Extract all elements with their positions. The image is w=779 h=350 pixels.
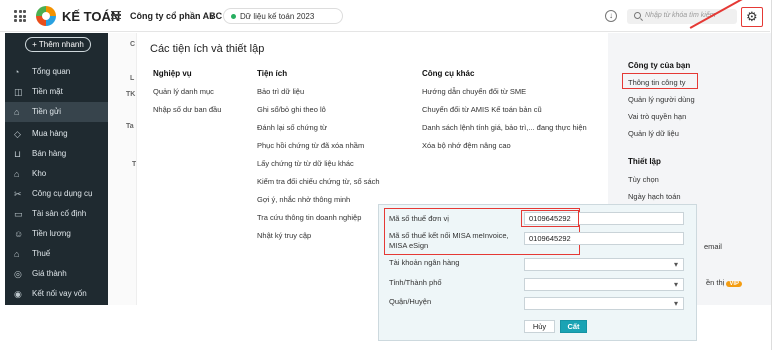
cancel-button[interactable]: Hủy — [524, 320, 555, 333]
menu-item[interactable]: Danh sách lệnh tính giá, bảo trì,... đan… — [422, 123, 587, 141]
misa-logo-icon — [36, 6, 56, 26]
sidebar-item-cost[interactable]: ◎ Giá thành — [5, 264, 108, 284]
menu-item[interactable]: Gợi ý, nhắc nhở thông minh — [257, 195, 380, 213]
save-button[interactable]: Cất — [560, 320, 587, 333]
tools-icon: ✂ — [14, 189, 22, 199]
menu-item[interactable]: Đánh lại số chứng từ — [257, 123, 380, 141]
column-heading: Tiện ích — [257, 69, 288, 78]
sidebar-item-sales[interactable]: ⊔ Bán hàng — [5, 144, 108, 164]
cost-icon: ◎ — [14, 269, 22, 279]
background-fragment: Ta — [126, 123, 134, 130]
settings-button[interactable]: ⚙ — [741, 7, 763, 27]
field-label: Tài khoản ngân hàng — [389, 258, 460, 267]
purchase-icon: ◇ — [14, 129, 21, 139]
company-info-form: Mã số thuế đơn vị 0109645292 Mã số thuế … — [378, 204, 697, 341]
sidebar-item-bank[interactable]: ⌂ Tiền gửi — [5, 102, 108, 122]
user-management-link[interactable]: Quản lý người dùng — [628, 95, 695, 104]
loan-icon: ◉ — [14, 289, 22, 299]
menu-item[interactable]: Nhập số dư ban đầu — [153, 105, 221, 123]
gear-icon: ⚙ — [746, 9, 758, 24]
sidebar-item-warehouse[interactable]: ⌂ Kho — [5, 164, 108, 184]
quick-add-button[interactable]: + Thêm nhanh — [25, 37, 91, 52]
misa-tax-code-input[interactable]: 0109645292 — [524, 232, 684, 245]
partial-display-link[interactable]: ền thị VIP — [706, 278, 743, 287]
highlight-box — [521, 210, 579, 227]
section-heading: Thiết lập — [628, 157, 661, 166]
menu-item[interactable]: Lấy chứng từ từ dữ liệu khác — [257, 159, 380, 177]
panel-title: Các tiện ích và thiết lập — [150, 43, 265, 55]
sidebar: + Thêm nhanh ◔ Tổng quan ◫ Tiền mặt ⌂ Tiền … — [5, 33, 108, 305]
posting-date-link[interactable]: Ngày hạch toán — [628, 192, 681, 201]
column-operations: Nghiệp vụ Quản lý danh mục Nhập số dư ba… — [153, 69, 221, 123]
salary-icon: ☺ — [14, 229, 24, 239]
background-fragment: C — [130, 41, 136, 48]
sidebar-item-loan[interactable]: ◉ Kết nối vay vốn — [5, 284, 108, 304]
column-heading: Nghiệp vụ — [153, 69, 192, 78]
partial-email-link[interactable]: email — [704, 242, 722, 251]
database-selector[interactable]: Dữ liệu kế toán 2023 — [223, 8, 343, 24]
district-select[interactable] — [524, 297, 684, 310]
sidebar-item-tax[interactable]: ⌂ Thuế — [5, 244, 108, 264]
column-heading: Công cụ khác — [422, 69, 475, 78]
sidebar-item-salary[interactable]: ☺ Tiền lương — [5, 224, 108, 244]
menu-item[interactable]: Xóa bộ nhớ đệm nâng cao — [422, 141, 587, 159]
menu-item[interactable]: Phục hồi chứng từ đã xóa nhầm — [257, 141, 380, 159]
roles-link[interactable]: Vai trò quyền hạn — [628, 112, 686, 121]
asset-icon: ▭ — [14, 209, 23, 219]
data-management-link[interactable]: Quản lý dữ liệu — [628, 129, 679, 138]
field-label: Quận/Huyện — [389, 297, 432, 306]
bank-icon: ⌂ — [14, 107, 20, 117]
sidebar-item-fixed-assets[interactable]: ▭ Tài sản cố định — [5, 204, 108, 224]
column-other-tools: Công cụ khác Hướng dẫn chuyển đổi từ SME… — [422, 69, 587, 159]
app-grid-icon[interactable] — [14, 10, 26, 22]
menu-item[interactable]: Hướng dẫn chuyển đổi từ SME — [422, 87, 587, 105]
background-fragment: L — [130, 75, 135, 82]
top-header: KẾ TOÁN Công ty cổ phần ABC ∨ Dữ liệu kế… — [0, 0, 770, 32]
warehouse-icon: ⌂ — [14, 169, 20, 179]
company-info-link[interactable]: Thông tin công ty — [628, 78, 686, 87]
menu-item[interactable]: Chuyển đổi từ AMIS Kế toán bản cũ — [422, 105, 587, 123]
sidebar-item-cash[interactable]: ◫ Tiền mặt — [5, 82, 108, 102]
menu-item[interactable]: Quản lý danh mục — [153, 87, 221, 105]
sidebar-item-purchase[interactable]: ◇ Mua hàng — [5, 124, 108, 144]
province-select[interactable] — [524, 278, 684, 291]
chevron-down-icon[interactable]: ∨ — [209, 10, 216, 21]
cart-icon: ⊔ — [14, 149, 22, 159]
menu-item[interactable]: Kiểm tra đối chiếu chứng từ, sổ sách — [257, 177, 380, 195]
cash-icon: ◫ — [14, 87, 23, 97]
menu-item[interactable]: Ghi sổ/bỏ ghi theo lô — [257, 105, 380, 123]
field-label: Tỉnh/Thành phố — [389, 278, 442, 287]
field-label: Mã số thuế đơn vị — [389, 214, 449, 223]
dashboard-icon: ◔ — [14, 67, 20, 77]
sidebar-item-tools[interactable]: ✂ Công cụ dụng cụ — [5, 184, 108, 204]
menu-item[interactable]: Nhật ký truy cập — [257, 231, 380, 249]
background-app-content: C L TK Ta T — [108, 33, 136, 305]
vip-badge: VIP — [726, 281, 743, 287]
sidebar-item-overview[interactable]: ◔ Tổng quan — [5, 62, 108, 82]
menu-item[interactable]: Tra cứu thông tin doanh nghiệp — [257, 213, 380, 231]
section-heading: Công ty của bạn — [628, 61, 691, 70]
download-icon[interactable]: ↓ — [605, 10, 617, 22]
background-fragment: TK — [126, 91, 136, 98]
search-icon — [634, 12, 641, 19]
scrollbar[interactable] — [771, 0, 779, 350]
column-utilities: Tiện ích Bảo trì dữ liệu Ghi sổ/bỏ ghi t… — [257, 69, 380, 249]
options-link[interactable]: Tùy chọn — [628, 175, 659, 184]
menu-item[interactable]: Bảo trì dữ liệu — [257, 87, 380, 105]
bank-account-select[interactable] — [524, 258, 684, 271]
tax-icon: ⌂ — [14, 249, 20, 259]
field-label: Mã số thuế kết nối MISA meInvoice, MISA … — [389, 231, 509, 250]
hamburger-menu-icon[interactable] — [111, 11, 121, 19]
